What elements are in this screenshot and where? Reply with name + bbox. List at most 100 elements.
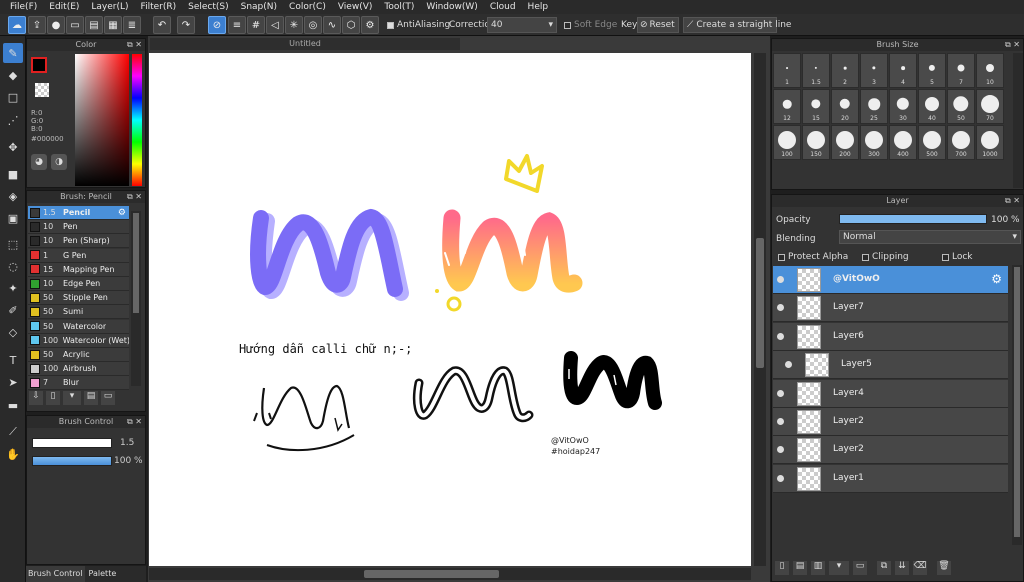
antialias-toggle[interactable]: AntiAliasing <box>387 20 450 30</box>
lock-checkbox[interactable] <box>942 253 949 261</box>
blending-select[interactable]: Normal ▾ <box>839 230 1021 244</box>
dot-line-tool-icon[interactable]: ⋰ <box>3 110 23 130</box>
brush-item[interactable]: 100 Watercolor (Wet) <box>28 333 129 348</box>
menu-item[interactable]: Select(S) <box>182 2 235 12</box>
antialias-checkbox[interactable] <box>387 21 394 29</box>
brush-item[interactable]: 1 G Pen <box>28 248 129 263</box>
brush-size-cell[interactable]: 2 <box>831 53 859 88</box>
document-tab[interactable]: Untitled <box>150 38 460 50</box>
close-icon[interactable]: ⧉ ✕ <box>127 416 142 428</box>
brush-size-cell[interactable]: 5 <box>918 53 946 88</box>
menu-item[interactable]: Window(W) <box>420 2 483 12</box>
clipping-checkbox[interactable] <box>862 253 869 261</box>
clipping-toggle[interactable]: Clipping <box>862 252 909 262</box>
snap-vanish-icon[interactable]: ◁ <box>266 16 284 34</box>
layer-row[interactable]: Layer6 <box>773 322 1008 351</box>
new-layer-icon[interactable]: ▯ <box>775 561 789 575</box>
move-tool-icon[interactable]: ✥ <box>3 137 23 157</box>
straight-line-button[interactable]: ⟋ Create a straight line <box>683 17 791 33</box>
select-pen-tool-icon[interactable]: ✐ <box>3 300 23 320</box>
close-icon[interactable]: ⧉ ✕ <box>127 39 142 51</box>
brush-item[interactable]: 10 Edge Pen <box>28 277 129 291</box>
grid-icon[interactable]: ▦ <box>104 16 122 34</box>
select-rect-tool-icon[interactable]: ⬚ <box>3 234 23 254</box>
correction-select[interactable]: 40 ▾ <box>487 17 557 33</box>
redo-icon[interactable]: ↷ <box>177 16 195 34</box>
eye-icon[interactable] <box>785 361 792 369</box>
document-icon[interactable]: ▤ <box>85 16 103 34</box>
menu-item[interactable]: Tool(T) <box>378 2 420 12</box>
layer-opacity-slider[interactable] <box>839 214 987 224</box>
list-icon[interactable]: ≣ <box>123 16 141 34</box>
foreground-color-swatch[interactable] <box>31 57 47 73</box>
brush-size-cell[interactable]: 300 <box>860 125 888 160</box>
background-color-swatch[interactable] <box>35 83 49 97</box>
folder-icon[interactable]: ▭ <box>853 561 867 575</box>
export-icon[interactable]: ⇪ <box>28 16 46 34</box>
brush-list-scrollbar[interactable] <box>131 211 141 386</box>
close-icon[interactable]: ⧉ ✕ <box>1005 39 1020 51</box>
brush-item[interactable]: 15 Mapping Pen <box>28 262 129 277</box>
brush-size-cell[interactable]: 400 <box>889 125 917 160</box>
eye-icon[interactable] <box>777 276 784 283</box>
layer-icon[interactable]: ▭ <box>66 16 84 34</box>
layer-row[interactable]: Layer4 <box>773 379 1008 408</box>
menu-item[interactable]: Edit(E) <box>43 2 85 12</box>
brush-tool-icon[interactable]: ✎ <box>3 43 23 63</box>
eye-icon[interactable] <box>777 389 784 397</box>
brush-size-cell[interactable]: 12 <box>773 89 801 124</box>
lasso-tool-icon[interactable]: ◌ <box>3 256 23 276</box>
text-tool-icon[interactable]: T <box>3 350 23 370</box>
brush-item[interactable]: 10 Pen (Sharp) <box>28 234 129 249</box>
menu-item[interactable]: File(F) <box>4 2 43 12</box>
layer-list-scrollbar[interactable] <box>1012 265 1022 545</box>
brush-size-cell[interactable]: 15 <box>802 89 830 124</box>
merge-layer-icon[interactable]: ⇊ <box>895 561 909 575</box>
brush-size-cell[interactable]: 1000 <box>976 125 1004 160</box>
undo-icon[interactable]: ↶ <box>153 16 171 34</box>
layer-row[interactable]: Layer5 <box>773 351 1008 380</box>
rectangle-tool-icon[interactable]: □ <box>3 87 23 107</box>
cloud-download-icon[interactable]: ⇩ <box>29 391 43 405</box>
brush-size-cell[interactable]: 10 <box>976 53 1004 88</box>
menu-item[interactable]: Filter(R) <box>135 2 183 12</box>
hue-slider[interactable] <box>132 54 142 186</box>
speech-bubble-icon[interactable]: ● <box>47 16 65 34</box>
gradient-tool-icon[interactable]: ▣ <box>3 208 23 228</box>
snap-polygon-icon[interactable]: ⬡ <box>342 16 360 34</box>
snap-circle-icon[interactable]: ◎ <box>304 16 322 34</box>
brush-size-cell[interactable]: 4 <box>889 53 917 88</box>
divide-tool-icon[interactable]: ▬ <box>3 395 23 415</box>
add-layer-menu-icon[interactable]: ▾ <box>829 561 849 575</box>
brush-opacity-slider[interactable] <box>32 456 112 466</box>
menu-item[interactable]: Layer(L) <box>85 2 134 12</box>
brush-size-cell[interactable]: 500 <box>918 125 946 160</box>
folder-icon[interactable]: ▭ <box>101 391 115 405</box>
brush-size-scrollbar[interactable] <box>1013 53 1023 188</box>
brush-size-cell[interactable]: 20 <box>831 89 859 124</box>
color-wheel-icon[interactable]: ◑ <box>51 154 67 170</box>
canvas-horizontal-scrollbar[interactable] <box>149 568 751 580</box>
gear-icon[interactable]: ⚙ <box>118 208 126 218</box>
hand-tool-icon[interactable]: ✋ <box>3 444 23 464</box>
reset-button[interactable]: ⊘ Reset <box>637 17 679 33</box>
delete-layer-icon[interactable]: 🗑 <box>937 561 951 575</box>
eye-icon[interactable] <box>777 304 784 312</box>
menu-item[interactable]: Snap(N) <box>235 2 283 12</box>
new-layer-8bit-icon[interactable]: ▤ <box>793 561 807 575</box>
drawing-canvas[interactable]: Hướng dẫn calli chữ n;-; @VitOwO #hoidap… <box>149 53 751 566</box>
protect-alpha-checkbox[interactable] <box>778 253 785 261</box>
brush-item[interactable]: 50 Sumi <box>28 305 129 320</box>
brush-size-cell[interactable]: 200 <box>831 125 859 160</box>
brush-item[interactable]: 10 Pen <box>28 220 129 235</box>
clear-layer-icon[interactable]: ⌫ <box>913 561 927 575</box>
soft-edge-checkbox[interactable] <box>564 21 571 29</box>
eye-icon[interactable] <box>777 418 784 425</box>
brush-size-cell[interactable]: 70 <box>976 89 1004 124</box>
layer-row[interactable]: @VitOwO ⚙ <box>773 266 1008 294</box>
brush-properties-icon[interactable]: ▤ <box>84 391 98 405</box>
close-icon[interactable]: ⧉ ✕ <box>1005 195 1020 207</box>
cloud-icon[interactable]: ☁ <box>8 16 26 34</box>
protect-alpha-toggle[interactable]: Protect Alpha <box>778 252 848 262</box>
add-brush-icon[interactable]: ▾ <box>63 391 81 405</box>
